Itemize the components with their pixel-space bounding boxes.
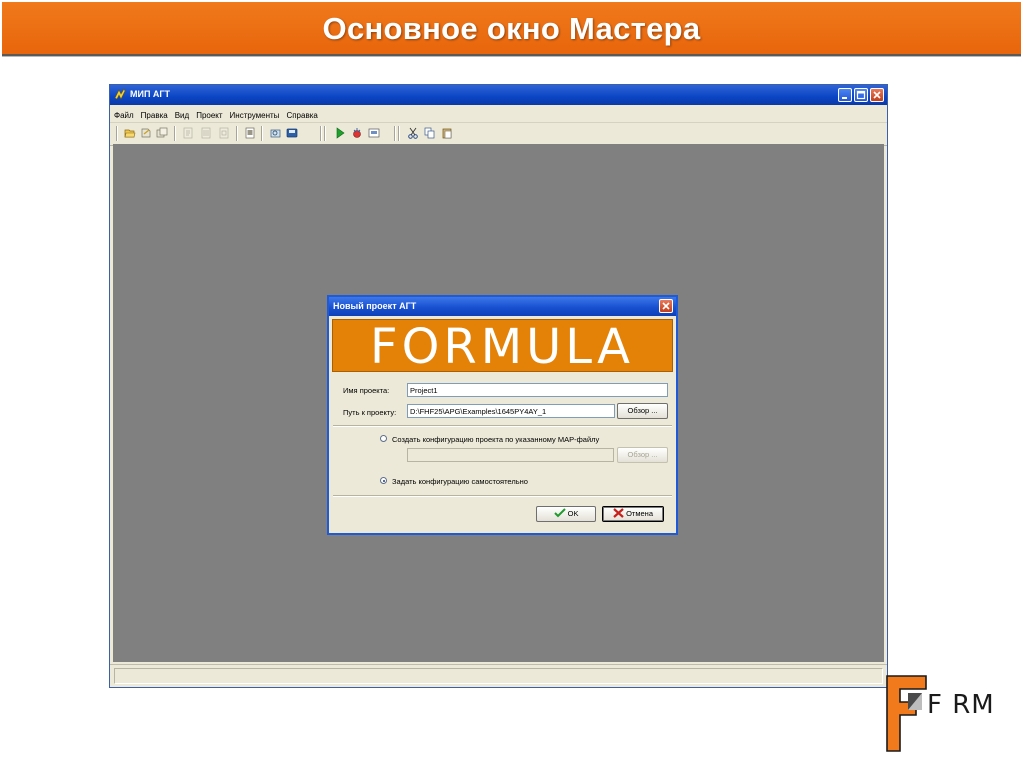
maximize-icon <box>856 90 866 100</box>
debug-icon[interactable] <box>351 127 363 139</box>
toolbar-separator <box>261 126 263 141</box>
browse-map-button[interactable]: Обзор ... <box>617 447 668 463</box>
toolbar-separator <box>236 126 238 141</box>
project-path-label: Путь к проекту: <box>343 408 397 417</box>
browse-path-button[interactable]: Обзор ... <box>617 403 668 419</box>
menu-bar: Файл Правка Вид Проект Инструменты Справка <box>110 105 887 121</box>
run-icon[interactable] <box>334 127 346 139</box>
new-project-dialog: Новый проект АГТ FORMULA Имя проекта: Pr… <box>327 295 678 535</box>
toolbar-separator <box>398 126 400 141</box>
project-path-field[interactable]: D:\FHF25\APG\Examples\1645PY4AY_1 <box>407 404 615 418</box>
dialog-titlebar[interactable]: Новый проект АГТ <box>329 297 676 316</box>
toolbar-separator <box>320 126 322 141</box>
open-icon[interactable] <box>124 127 136 139</box>
formula-corner-logo-icon: F RM <box>886 675 995 752</box>
menu-project[interactable]: Проект <box>192 108 225 120</box>
formula-logo-icon: FORMULA <box>370 319 634 375</box>
paste-icon[interactable] <box>441 127 453 139</box>
status-bar <box>110 664 887 687</box>
menu-edit[interactable]: Правка <box>137 108 171 120</box>
close-icon <box>873 91 881 99</box>
dialog-close-button[interactable] <box>659 299 673 313</box>
maximize-button[interactable] <box>854 88 868 102</box>
toolbar-separator <box>174 126 176 141</box>
project-name-label: Имя проекта: <box>343 386 390 395</box>
disabled-icon-1[interactable] <box>182 127 194 139</box>
check-icon <box>553 508 566 518</box>
close-icon <box>662 302 670 310</box>
menu-tools[interactable]: Инструменты <box>226 108 283 120</box>
slide-title: Основное окно Мастера <box>322 11 701 46</box>
formula-banner: FORMULA <box>332 319 673 375</box>
close-button[interactable] <box>870 88 884 102</box>
cancel-icon <box>613 508 624 518</box>
toolbar <box>110 122 887 146</box>
save-icon[interactable] <box>140 127 152 139</box>
option-map-label: Создать конфигурацию проекта по указанно… <box>392 435 600 444</box>
menu-help[interactable]: Справка <box>282 108 320 120</box>
cancel-label: Отмена <box>626 509 653 518</box>
menu-file[interactable]: Файл <box>110 108 137 120</box>
copy-icon[interactable] <box>424 127 436 139</box>
dialog-divider <box>333 425 672 427</box>
corner-logo-text: F RM <box>927 690 995 720</box>
disabled-icon-2[interactable] <box>200 127 212 139</box>
app-titlebar[interactable]: МИП АГТ <box>110 85 887 105</box>
option-manual-label: Задать конфигурацию самостоятельно <box>392 477 528 486</box>
toolbar-separator <box>324 126 326 141</box>
properties-icon[interactable] <box>368 127 380 139</box>
toolbar-separator <box>394 126 396 141</box>
app-title: МИП АГТ <box>130 89 171 99</box>
radio-manual-config[interactable] <box>380 477 387 484</box>
project-name-field[interactable]: Project1 <box>407 383 668 397</box>
print-preview-icon[interactable] <box>270 127 282 139</box>
radio-map-file[interactable] <box>380 435 387 442</box>
database-icon[interactable] <box>286 127 298 139</box>
map-file-field[interactable] <box>407 448 614 462</box>
ok-button[interactable]: OK <box>536 506 596 522</box>
minimize-icon <box>842 97 847 99</box>
app-icon <box>114 88 126 100</box>
minimize-button[interactable] <box>838 88 852 102</box>
cancel-button[interactable]: Отмена <box>602 506 664 522</box>
document-icon[interactable] <box>244 127 256 139</box>
toolbar-separator <box>116 126 118 141</box>
radio-selected-dot <box>382 479 385 482</box>
ok-label: OK <box>567 509 579 518</box>
slide-title-banner: Основное окно Мастера <box>2 2 1021 56</box>
cut-icon[interactable] <box>407 127 419 139</box>
formula-logo-text: FORMULA <box>370 320 634 371</box>
dialog-divider <box>333 495 672 497</box>
menu-view[interactable]: Вид <box>171 108 192 120</box>
disabled-icon-3[interactable] <box>218 127 230 139</box>
dialog-title: Новый проект АГТ <box>333 301 417 311</box>
save-all-icon[interactable] <box>156 127 168 139</box>
status-panel <box>114 668 883 684</box>
